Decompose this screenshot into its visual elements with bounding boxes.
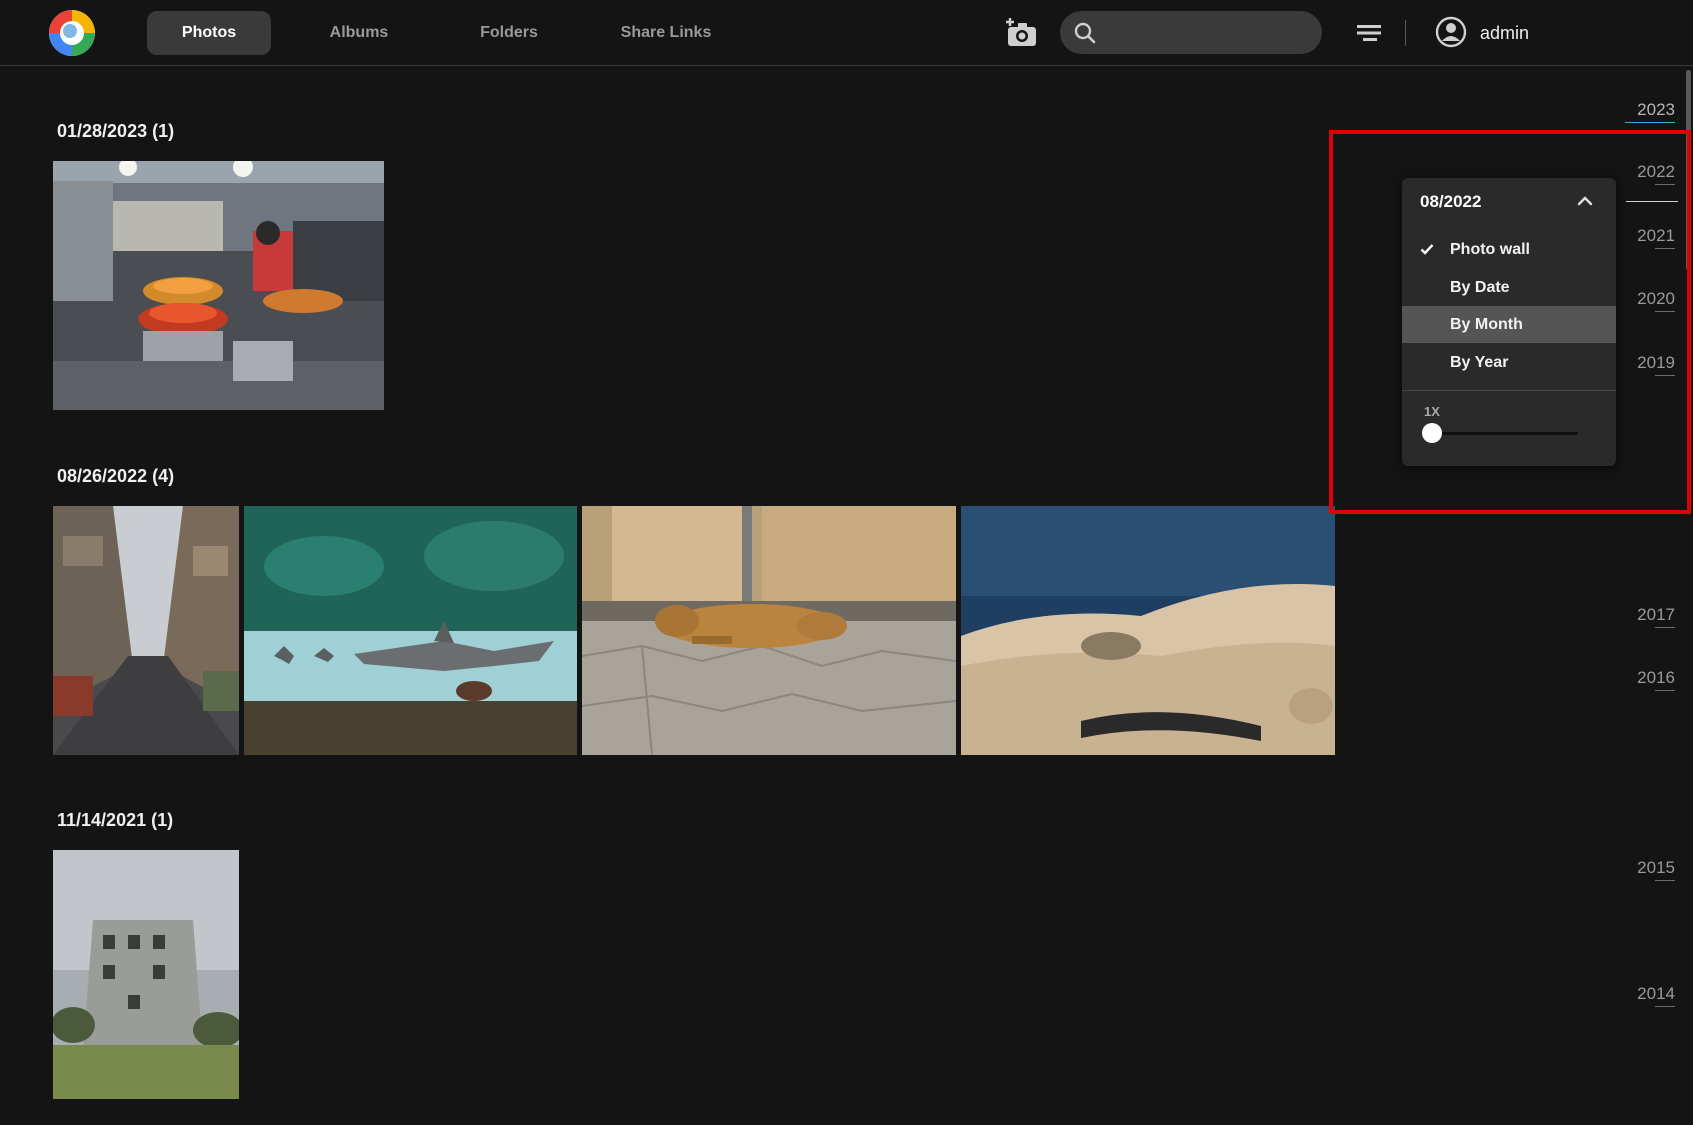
add-photo-icon[interactable] [1004, 16, 1038, 48]
top-bar: Photos Albums Folders Share Links admin [0, 0, 1693, 66]
timeline-year[interactable]: 2015 [1625, 858, 1675, 881]
chevron-up-icon[interactable] [1576, 194, 1594, 208]
timeline-year[interactable]: 2017 [1625, 605, 1675, 628]
zoom-slider-handle[interactable] [1422, 423, 1442, 443]
menu-item-label: By Date [1450, 279, 1510, 296]
timeline-year[interactable]: 2023 [1625, 100, 1675, 123]
popup-divider [1402, 390, 1616, 391]
tab-share-links[interactable]: Share Links [608, 11, 724, 55]
menu-item-photo-wall[interactable]: Photo wall [1402, 231, 1616, 268]
search-bar[interactable] [1060, 11, 1322, 54]
photo-coastal-rocks[interactable] [961, 506, 1335, 755]
menu-item-label: Photo wall [1450, 241, 1530, 258]
photo-street-alley[interactable] [53, 506, 239, 755]
search-input[interactable] [1106, 11, 1310, 54]
zoom-slider[interactable] [1432, 432, 1578, 435]
menu-item-by-date[interactable]: By Date [1402, 269, 1616, 306]
photo-abandoned-building[interactable] [53, 850, 239, 1099]
group-date-title: 08/26/2022 (4) [57, 466, 175, 486]
check-icon [1420, 244, 1434, 255]
timeline-year[interactable]: 2014 [1625, 984, 1675, 1007]
photo-aquarium-shark[interactable] [244, 506, 577, 755]
photo-sleeping-dog[interactable] [582, 506, 956, 755]
filter-icon[interactable] [1356, 22, 1382, 44]
tab-photos[interactable]: Photos [147, 11, 271, 55]
tab-folders[interactable]: Folders [458, 11, 560, 55]
timeline-year[interactable]: 2016 [1625, 668, 1675, 691]
user-icon [1435, 16, 1467, 48]
menu-item-label: By Year [1450, 354, 1509, 371]
username: admin [1480, 23, 1530, 43]
toolbar-divider [1405, 20, 1406, 46]
group-date-title: 01/28/2023 (1) [57, 121, 175, 141]
popup-month-heading: 08/2022 [1420, 192, 1482, 211]
view-mode-popup: 08/2022 Photo wall By Date By Month By Y… [1402, 178, 1616, 466]
logo-icon[interactable] [49, 10, 95, 56]
zoom-label: 1X [1424, 404, 1440, 419]
tab-albums[interactable]: Albums [308, 11, 410, 55]
menu-item-label: By Month [1450, 316, 1523, 333]
group-date-title: 11/14/2021 (1) [57, 810, 174, 830]
menu-item-by-month[interactable]: By Month [1402, 306, 1616, 343]
search-icon [1074, 22, 1096, 44]
menu-item-by-year[interactable]: By Year [1402, 344, 1616, 381]
photo-market-stall[interactable] [53, 161, 384, 410]
